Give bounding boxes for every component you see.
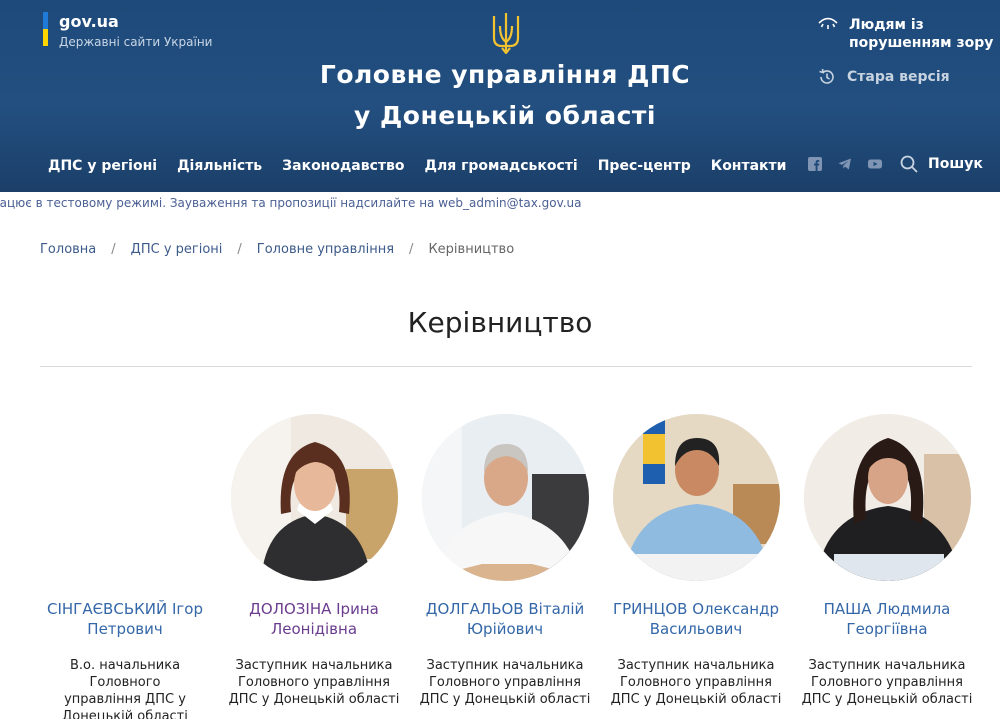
- person-name[interactable]: ПАША Людмила Георгіївна: [797, 599, 977, 639]
- ukraine-flag-icon: [43, 12, 48, 46]
- person-name[interactable]: ДОЛГАЛЬОВ Віталій Юрійович: [415, 599, 595, 639]
- accessibility-button[interactable]: Людям із порушенням зору: [818, 16, 993, 52]
- person-role-line1: В.о. начальника Головного: [69, 658, 181, 690]
- person-role-line1: Заступник начальника: [617, 658, 775, 673]
- search-button[interactable]: Пошук: [900, 155, 983, 173]
- breadcrumb: Головна / ДПС у регіоні / Головне управл…: [40, 242, 514, 257]
- person-role-line2: управління ДПС у: [64, 692, 186, 707]
- person-role-line1: Заступник начальника: [235, 658, 393, 673]
- person-name-line1: ГРИНЦОВ Олександр: [612, 600, 780, 618]
- person-name-line1: ПАША Людмила: [823, 600, 951, 618]
- person-name-line2: Юрійович: [466, 620, 544, 638]
- nav-item-press-center[interactable]: Прес-центр: [598, 158, 691, 174]
- person-role-line1: Заступник начальника: [808, 658, 966, 673]
- accessibility-label-line2: порушенням зору: [849, 35, 994, 51]
- person-role: Заступник начальника Головного управлінн…: [224, 657, 404, 708]
- avatar[interactable]: [230, 414, 398, 581]
- avatar[interactable]: [612, 414, 780, 581]
- breadcrumb-dps-region[interactable]: ДПС у регіоні: [131, 242, 223, 257]
- person-name[interactable]: ДОЛОЗІНА Ірина Леонідівна: [224, 599, 404, 639]
- person-card: ПАША Людмила Георгіївна Заступник началь…: [797, 414, 977, 708]
- breadcrumb-home[interactable]: Головна: [40, 242, 96, 257]
- person-role-line3: Донецькій області: [62, 709, 188, 719]
- person-role-line2: Головного управління: [811, 675, 963, 690]
- person-name-line1: СІНГАЄВСЬКИЙ Ігор: [47, 600, 203, 618]
- avatar-placeholder: [35, 414, 215, 581]
- old-version-label: Стара версія: [847, 69, 950, 85]
- person-card: СІНГАЄВСЬКИЙ Ігор Петрович В.о. начальни…: [35, 414, 215, 719]
- nav-item-dps-region[interactable]: ДПС у регіоні: [48, 158, 157, 174]
- gov-ua-link[interactable]: gov.ua Державні сайти України: [43, 12, 212, 50]
- history-icon: [819, 68, 834, 84]
- search-label: Пошук: [928, 156, 983, 172]
- person-name-line2: Петрович: [87, 620, 163, 638]
- person-card: ГРИНЦОВ Олександр Васильович Заступник н…: [606, 414, 786, 708]
- trident-icon: [492, 13, 520, 54]
- nav-item-contacts[interactable]: Контакти: [711, 158, 787, 174]
- test-mode-notice: рацює в тестовому режимі. Зауваження та …: [0, 196, 582, 210]
- person-role-line3: ДПС у Донецькій області: [419, 692, 591, 707]
- gov-ua-name: gov.ua: [59, 12, 119, 31]
- breadcrumb-separator: /: [237, 242, 242, 257]
- nav-item-public[interactable]: Для громадськості: [424, 158, 577, 174]
- site-header: gov.ua Державні сайти України Головне уп…: [0, 0, 1000, 192]
- person-name-line1: ДОЛГАЛЬОВ Віталій: [425, 600, 585, 618]
- page-title: Керівництво: [407, 306, 593, 339]
- person-name-line2: Леонідівна: [270, 620, 358, 638]
- search-icon: [900, 155, 918, 173]
- old-version-link[interactable]: Стара версія: [818, 68, 950, 86]
- person-card: ДОЛОЗІНА Ірина Леонідівна Заступник нача…: [224, 414, 404, 708]
- eye-icon: [818, 17, 838, 29]
- person-role-line2: Головного управління: [620, 675, 772, 690]
- leadership-list: СІНГАЄВСЬКИЙ Ігор Петрович В.о. начальни…: [0, 414, 1000, 719]
- breadcrumb-separator: /: [409, 242, 414, 257]
- person-role: Заступник начальника Головного управлінн…: [415, 657, 595, 708]
- person-name-line2: Георгіївна: [846, 620, 928, 638]
- person-name-line1: ДОЛОЗІНА Ірина: [249, 600, 379, 618]
- accessibility-label-line1: Людям із: [849, 17, 924, 33]
- person-role-line3: ДПС у Донецькій області: [228, 692, 400, 707]
- avatar[interactable]: [421, 414, 589, 581]
- person-role-line1: Заступник начальника: [426, 658, 584, 673]
- gov-ua-subtitle: Державні сайти України: [59, 35, 213, 49]
- person-name[interactable]: СІНГАЄВСЬКИЙ Ігор Петрович: [35, 599, 215, 639]
- facebook-icon[interactable]: [808, 157, 822, 171]
- avatar[interactable]: [803, 414, 971, 581]
- person-role: Заступник начальника Головного управлінн…: [606, 657, 786, 708]
- breadcrumb-main-department[interactable]: Головне управління: [257, 242, 394, 257]
- breadcrumb-separator: /: [111, 242, 116, 257]
- breadcrumb-current: Керівництво: [428, 242, 515, 257]
- nav-item-legislation[interactable]: Законодавство: [282, 158, 404, 174]
- person-name[interactable]: ГРИНЦОВ Олександр Васильович: [606, 599, 786, 639]
- person-name-line2: Васильович: [649, 620, 743, 638]
- person-role-line2: Головного управління: [429, 675, 581, 690]
- person-role: В.о. начальника Головного управління ДПС…: [35, 657, 215, 719]
- title-divider: [40, 366, 972, 367]
- person-card: ДОЛГАЛЬОВ Віталій Юрійович Заступник нач…: [415, 414, 595, 708]
- telegram-icon[interactable]: [838, 157, 852, 171]
- person-role: Заступник начальника Головного управлінн…: [797, 657, 977, 708]
- header-tools: Пошук: [808, 155, 983, 173]
- youtube-icon[interactable]: [868, 157, 882, 171]
- main-nav: ДПС у регіоні Діяльність Законодавство Д…: [48, 158, 806, 174]
- site-title-line2[interactable]: у Донецькій області: [250, 101, 760, 130]
- nav-item-activity[interactable]: Діяльність: [177, 158, 262, 174]
- person-role-line2: Головного управління: [238, 675, 390, 690]
- site-title-line1[interactable]: Головне управління ДПС: [250, 60, 760, 89]
- person-role-line3: ДПС у Донецькій області: [801, 692, 973, 707]
- person-role-line3: ДПС у Донецькій області: [610, 692, 782, 707]
